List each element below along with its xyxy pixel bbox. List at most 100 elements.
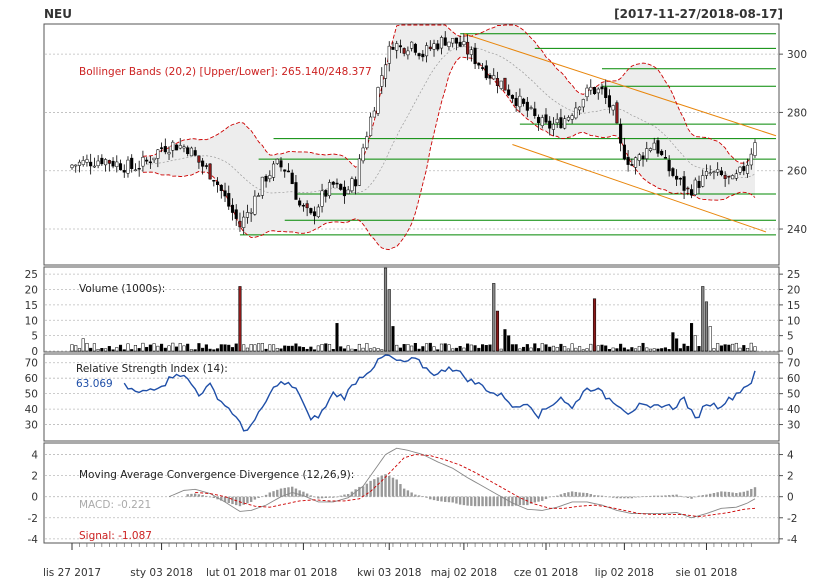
candle-body bbox=[92, 165, 96, 168]
x-axis-tick-label: cze 01 2018 bbox=[514, 567, 579, 579]
candle-body bbox=[271, 163, 276, 178]
candle-body bbox=[518, 95, 522, 108]
macd-axis-tick-label: -4 bbox=[787, 534, 798, 546]
candle-body bbox=[327, 182, 332, 196]
volume-bar bbox=[77, 348, 82, 352]
candle-body bbox=[85, 159, 89, 163]
candle-body bbox=[275, 158, 279, 164]
candle-body bbox=[89, 161, 93, 167]
volume-bar bbox=[458, 346, 462, 352]
macd-histogram-bar bbox=[253, 496, 257, 500]
volume-bar bbox=[648, 348, 653, 352]
volume-bar bbox=[697, 346, 701, 352]
macd-histogram-bar bbox=[425, 496, 428, 498]
macd-axis-tick-label: 0 bbox=[787, 492, 794, 504]
candle-body bbox=[540, 117, 544, 126]
macd-axis-tick-label-left: -2 bbox=[28, 513, 38, 525]
candle-body bbox=[96, 160, 100, 167]
macd-histogram-bar bbox=[485, 496, 488, 507]
candle-body bbox=[697, 180, 701, 188]
macd-histogram-bar bbox=[727, 491, 731, 497]
volume-bar bbox=[615, 348, 619, 352]
macd-axis-tick-label: 2 bbox=[787, 471, 794, 483]
macd-histogram-bar bbox=[190, 493, 193, 497]
candle-body bbox=[619, 124, 623, 144]
volume-bar bbox=[331, 349, 335, 352]
candle-body bbox=[585, 87, 589, 98]
macd-histogram-bar bbox=[291, 486, 294, 497]
volume-bar bbox=[230, 347, 235, 352]
macd-histogram-bar bbox=[738, 492, 742, 497]
rsi-axis-tick-label: 50 bbox=[787, 389, 800, 401]
candle-body bbox=[111, 160, 115, 167]
candle-body bbox=[268, 175, 272, 180]
macd-histogram-bar bbox=[597, 495, 600, 497]
candle-body bbox=[298, 200, 302, 206]
macd-histogram-bar bbox=[429, 496, 432, 500]
candle-body bbox=[745, 164, 750, 174]
macd-histogram-bar bbox=[664, 495, 667, 497]
volume-bar bbox=[167, 345, 171, 352]
volume-bar bbox=[436, 349, 440, 352]
macd-histogram-bar bbox=[272, 491, 275, 497]
volume-bar bbox=[551, 345, 556, 352]
candle-body bbox=[731, 175, 735, 180]
volume-bar bbox=[219, 344, 223, 352]
chart-symbol-title: NEU bbox=[44, 7, 72, 21]
price-panel: 240 260 280 300 bbox=[45, 24, 807, 251]
volume-axis-tick-label-left: 10 bbox=[25, 315, 38, 327]
candle-body bbox=[421, 53, 425, 58]
candle-body bbox=[492, 75, 496, 80]
candle-body bbox=[462, 41, 466, 45]
macd-histogram-bar bbox=[589, 494, 592, 497]
volume-bar bbox=[346, 345, 350, 352]
macd-histogram-bar bbox=[309, 495, 313, 497]
volume-bar bbox=[257, 343, 261, 352]
volume-bar bbox=[417, 348, 421, 352]
candle-body bbox=[671, 168, 675, 176]
candle-body bbox=[719, 170, 723, 176]
candle-body bbox=[611, 105, 615, 111]
macd-histogram-bar bbox=[537, 496, 540, 502]
candle-body bbox=[152, 157, 156, 161]
macd-value-label: MACD: -0.221 bbox=[79, 499, 151, 511]
candle-body bbox=[324, 190, 328, 197]
macd-histogram-bar bbox=[402, 488, 406, 497]
volume-bar bbox=[122, 349, 126, 352]
volume-bar bbox=[492, 283, 496, 352]
macd-histogram-bar bbox=[369, 480, 372, 497]
volume-bar bbox=[701, 286, 705, 352]
volume-bar bbox=[369, 348, 373, 352]
candle-body bbox=[641, 155, 645, 160]
candle-body bbox=[204, 165, 208, 167]
volume-bar bbox=[174, 346, 179, 352]
candle-body bbox=[201, 160, 205, 167]
candle-body bbox=[589, 86, 593, 91]
volume-bar bbox=[253, 344, 257, 352]
volume-bar bbox=[402, 344, 406, 352]
volume-bar bbox=[268, 344, 272, 352]
candle-body bbox=[570, 115, 574, 120]
macd-histogram-bar bbox=[477, 496, 481, 507]
volume-axis-tick-label-left: 25 bbox=[25, 269, 38, 281]
volume-bar bbox=[592, 298, 597, 352]
volume-bar bbox=[656, 348, 660, 352]
candle-body bbox=[350, 178, 354, 192]
candle-body bbox=[678, 177, 682, 180]
volume-bar bbox=[398, 347, 402, 352]
macd-histogram-bar bbox=[421, 496, 425, 497]
macd-histogram-bar bbox=[436, 496, 439, 501]
volume-bar bbox=[634, 348, 638, 352]
volume-bar bbox=[380, 349, 384, 352]
macd-label: Moving Average Convergence Divergence (1… bbox=[79, 469, 354, 481]
candle-body bbox=[663, 157, 667, 159]
macd-histogram-bar bbox=[682, 496, 686, 498]
macd-histogram-bar bbox=[619, 496, 622, 499]
volume-bar bbox=[566, 348, 570, 352]
macd-histogram-bar bbox=[720, 491, 723, 497]
candle-body bbox=[346, 189, 350, 194]
volume-bar bbox=[510, 344, 514, 352]
macd-histogram-bar bbox=[268, 492, 272, 497]
candle-body bbox=[313, 211, 317, 217]
volume-bar bbox=[357, 343, 361, 352]
